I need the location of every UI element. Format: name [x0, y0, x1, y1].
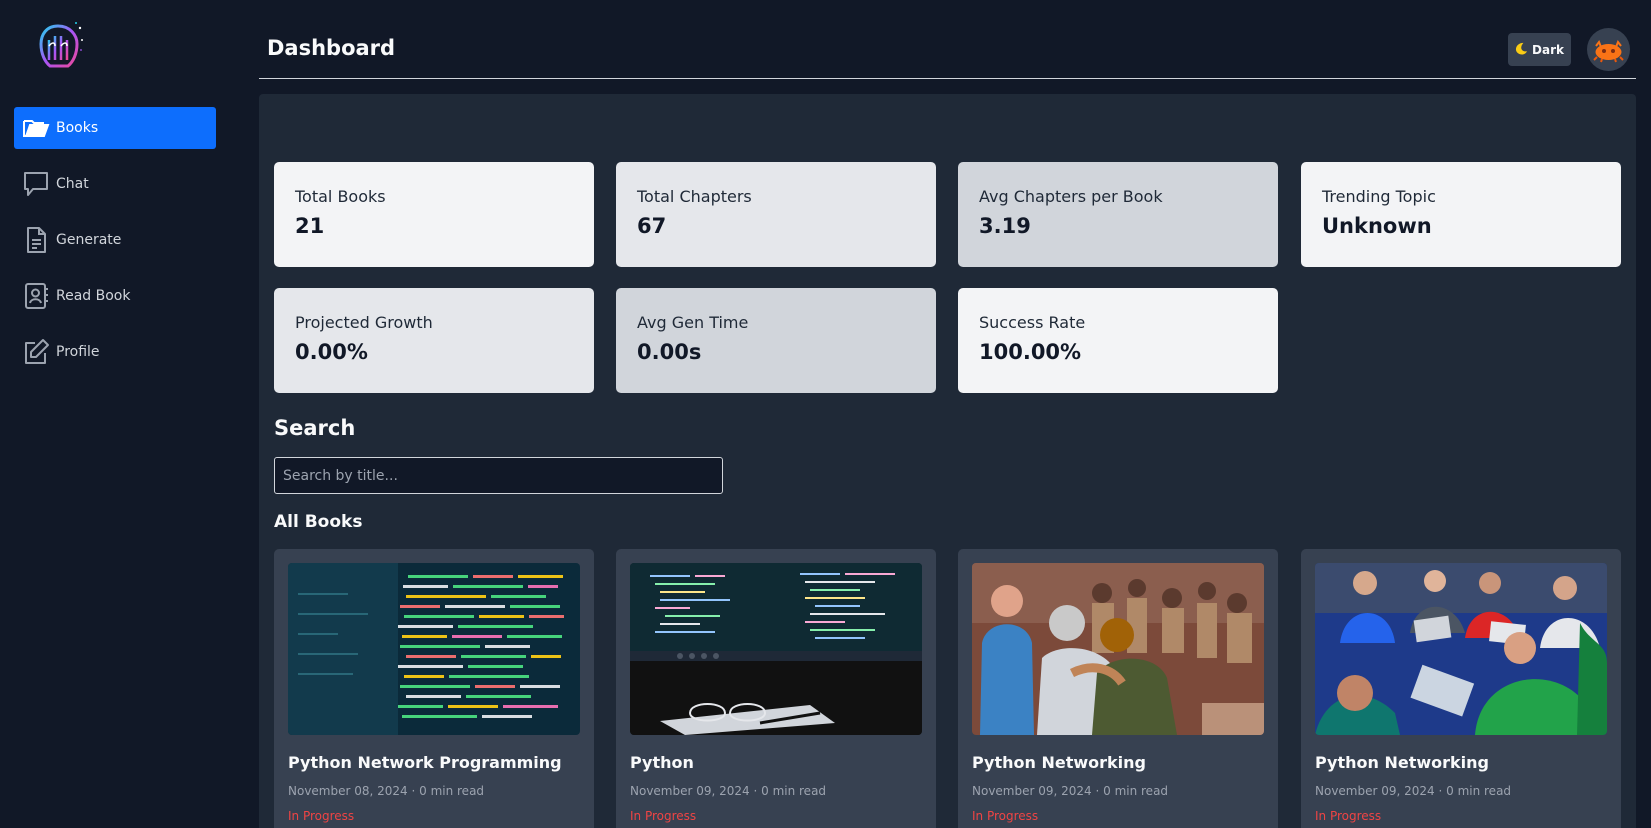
status-badge: In Progress — [1315, 809, 1382, 823]
book-card[interactable]: Python November 09, 2024 · 0 min read In… — [616, 549, 936, 828]
book-meta: November 09, 2024 · 0 min read — [630, 784, 827, 798]
brain-circuit-logo[interactable] — [36, 20, 84, 72]
sidebar-item-label: Chat — [56, 176, 89, 192]
search-input[interactable] — [274, 457, 723, 494]
sidebar-item-label: Books — [56, 120, 99, 136]
page-title: Dashboard — [267, 36, 396, 60]
sidebar-item-label: Read Book — [56, 288, 131, 304]
book-cover-image — [630, 563, 922, 735]
book-cover-image — [288, 563, 580, 735]
book-card[interactable]: Python Networking November 09, 2024 · 0 … — [958, 549, 1278, 828]
stat-card-success-rate: Success Rate 100.00% — [958, 288, 1278, 393]
main-panel: Total Books 21 Total Chapters 67 Avg Cha… — [259, 94, 1636, 828]
stat-card-trending-topic: Trending Topic Unknown — [1301, 162, 1621, 267]
stat-card-projected-growth: Projected Growth 0.00% — [274, 288, 594, 393]
stat-label: Total Books — [295, 187, 386, 206]
stat-label: Avg Gen Time — [637, 313, 749, 332]
stat-value: 67 — [637, 214, 667, 238]
status-badge: In Progress — [630, 809, 697, 823]
moon-icon — [1515, 42, 1528, 58]
stat-label: Trending Topic — [1322, 187, 1436, 206]
book-meta: November 09, 2024 · 0 min read — [1315, 784, 1512, 798]
stat-card-total-books: Total Books 21 — [274, 162, 594, 267]
stat-value: 0.00s — [637, 340, 702, 364]
status-badge: In Progress — [972, 809, 1039, 823]
book-card[interactable]: Python Networking November 09, 2024 · 0 … — [1301, 549, 1621, 828]
sidebar-item-chat[interactable]: Chat — [14, 163, 216, 205]
stat-value: 100.00% — [979, 340, 1082, 364]
stat-label: Total Chapters — [637, 187, 752, 206]
all-books-heading: All Books — [274, 512, 363, 532]
book-cover-image — [1315, 563, 1607, 735]
book-title[interactable]: Python Network Programming — [288, 753, 580, 772]
sidebar-item-generate[interactable]: Generate — [14, 219, 216, 261]
sidebar: Books Chat Generate Read Book Profile — [0, 0, 230, 828]
book-title[interactable]: Python — [630, 753, 922, 772]
stat-label: Projected Growth — [295, 313, 433, 332]
book-title[interactable]: Python Networking — [1315, 753, 1607, 772]
stat-label: Avg Chapters per Book — [979, 187, 1163, 206]
document-icon — [22, 226, 50, 254]
sidebar-item-label: Generate — [56, 232, 122, 248]
sidebar-item-profile[interactable]: Profile — [14, 331, 216, 373]
header: Dashboard Dark — [259, 0, 1636, 79]
book-meta: November 09, 2024 · 0 min read — [972, 784, 1169, 798]
stat-value: 21 — [295, 214, 325, 238]
sidebar-nav: Books Chat Generate Read Book Profile — [14, 107, 216, 387]
book-card[interactable]: Python Network Programming November 08, … — [274, 549, 594, 828]
sidebar-item-label: Profile — [56, 344, 100, 360]
stat-label: Success Rate — [979, 313, 1086, 332]
stat-card-avg-gen-time: Avg Gen Time 0.00s — [616, 288, 936, 393]
sidebar-item-books[interactable]: Books — [14, 107, 216, 149]
book-cover-image — [972, 563, 1264, 735]
chat-bubble-icon — [22, 170, 50, 198]
sidebar-item-read-book[interactable]: Read Book — [14, 275, 216, 317]
stat-value: 0.00% — [295, 340, 368, 364]
theme-toggle-label: Dark — [1532, 42, 1564, 57]
book-meta: November 08, 2024 · 0 min read — [288, 784, 485, 798]
stat-card-total-chapters: Total Chapters 67 — [616, 162, 936, 267]
folder-open-icon — [22, 114, 50, 142]
stat-value: 3.19 — [979, 214, 1031, 238]
search-heading: Search — [274, 416, 356, 440]
contact-book-icon — [22, 282, 50, 310]
book-title[interactable]: Python Networking — [972, 753, 1264, 772]
avatar[interactable] — [1587, 28, 1630, 71]
stat-value: Unknown — [1322, 214, 1432, 238]
theme-toggle-button[interactable]: Dark — [1508, 33, 1571, 66]
stat-card-avg-chapters: Avg Chapters per Book 3.19 — [958, 162, 1278, 267]
edit-square-icon — [22, 338, 50, 366]
status-badge: In Progress — [288, 809, 355, 823]
